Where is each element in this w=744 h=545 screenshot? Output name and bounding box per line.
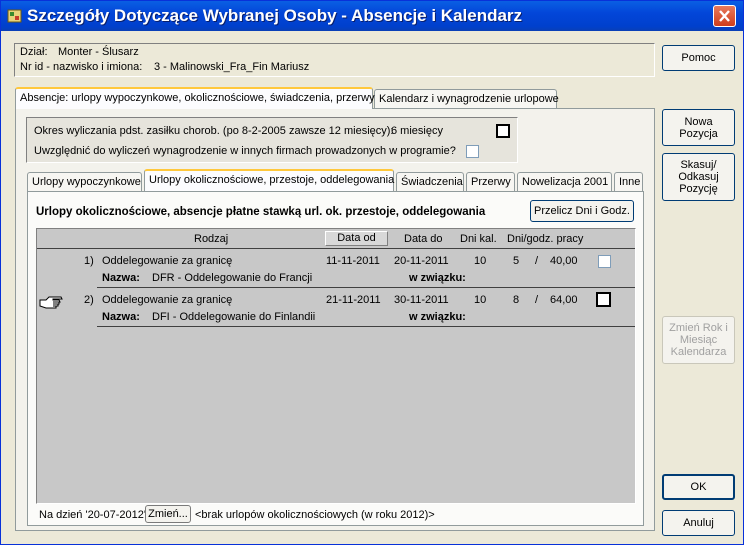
row-separator (97, 287, 635, 288)
row-days: 10 (474, 294, 487, 306)
header-date-to: Data do (404, 233, 443, 245)
include-text: Uwzględnić do wyliczeń wynagrodzenie w i… (34, 145, 456, 157)
cancel-button[interactable]: Anuluj (662, 510, 735, 536)
footer-status: <brak urlopów okolicznościowych (w roku … (195, 509, 435, 521)
row-slash: / (535, 255, 539, 267)
row-number: 1) (84, 255, 94, 267)
tab-absences-label: Absencje: urlopy wypoczynkowe, okoliczno… (20, 92, 375, 104)
change-date-button[interactable]: Zmień... (145, 505, 191, 523)
help-button[interactable]: Pomoc (662, 45, 735, 71)
row-name-label: Nazwa: (102, 272, 140, 284)
recalc-button[interactable]: Przelicz Dni i Godz. (530, 200, 634, 222)
row-work-days: 8 (513, 294, 520, 306)
row-hours: 64,00 (550, 294, 578, 306)
row-hours: 40,00 (550, 255, 578, 267)
ok-button-label: OK (690, 481, 707, 493)
subtab-benefits[interactable]: Świadczenia (396, 172, 464, 192)
row-slash: / (535, 294, 539, 306)
subtab-annual-leave[interactable]: Urlopy wypoczynkowe (27, 172, 142, 192)
period-checkbox[interactable] (496, 124, 510, 138)
row-name: DFR - Oddelegowanie do Francji (152, 272, 313, 284)
period-text: Okres wyliczania pdst. zasiłku chorob. (… (34, 125, 394, 137)
new-position-button-label: Nowa Pozycja (679, 115, 718, 140)
close-button[interactable] (713, 5, 736, 27)
subtab-breaks[interactable]: Przerwy (466, 172, 515, 192)
dept-label: Dział: (20, 46, 48, 58)
table-row[interactable]: 1) Oddelegowanie za granicę 11-11-2011 2… (37, 251, 635, 289)
cancel-button-label: Anuluj (683, 517, 714, 529)
row-type: Oddelegowanie za granicę (102, 255, 233, 267)
tab-absences[interactable]: Absencje: urlopy wypoczynkowe, okoliczno… (15, 87, 375, 109)
app-icon (7, 9, 22, 23)
subtab-occasional-leave[interactable]: Urlopy okolicznościowe, przestoje, oddel… (144, 169, 394, 191)
change-date-button-label: Zmień... (148, 508, 188, 520)
row-checkbox[interactable] (596, 292, 611, 307)
row-separator (97, 326, 635, 327)
header-hours: Dni/godz. pracy (507, 233, 584, 245)
row-checkbox[interactable] (598, 255, 611, 268)
absences-panel: Okres wyliczania pdst. zasiłku chorob. (… (15, 108, 655, 531)
new-position-button[interactable]: Nowa Pozycja (662, 109, 735, 146)
subtab-amendment-2001[interactable]: Nowelizacja 2001 (517, 172, 612, 192)
footer-date: Na dzień '20-07-2012' (39, 509, 146, 521)
title-bar[interactable]: Szczegóły Dotyczące Wybranej Osoby - Abs… (1, 1, 743, 31)
change-year-button[interactable]: Zmień Rok i Miesiąc Kalendarza (662, 316, 735, 364)
window-title: Szczegóły Dotyczące Wybranej Osoby - Abs… (27, 6, 523, 25)
row-related-label: w związku: (409, 311, 466, 323)
subtab-breaks-label: Przerwy (471, 176, 511, 188)
leave-table: Rodzaj Data od Data do Dni kal. Dni/godz… (36, 228, 636, 504)
row-name: DFI - Oddelegowanie do Finlandii (152, 311, 316, 323)
recalc-button-label: Przelicz Dni i Godz. (534, 205, 630, 217)
row-days: 10 (474, 255, 487, 267)
subtab-other-label: Inne (619, 176, 641, 188)
subtab-amendment-2001-label: Nowelizacja 2001 (522, 176, 609, 188)
row-type: Oddelegowanie za granicę (102, 294, 233, 306)
pointing-hand-icon (39, 296, 63, 309)
section-heading: Urlopy okolicznościowe, absencje płatne … (36, 206, 486, 218)
row-date-to: 20-11-2011 (394, 255, 449, 267)
close-icon (719, 10, 730, 22)
row-date-from: 21-11-2011 (326, 294, 381, 306)
header-type: Rodzaj (194, 233, 229, 245)
table-row[interactable]: 2) Oddelegowanie za granicę 21-11-2011 3… (37, 290, 635, 328)
row-related-label: w związku: (409, 272, 466, 284)
header-separator (37, 248, 635, 249)
delete-position-button-label: Skasuj/ Odkasuj Pozycję (678, 159, 719, 195)
dept-value: Monter - Ślusarz (58, 46, 139, 58)
tab-calendar-label: Kalendarz i wynagrodzenie urlopowe (379, 93, 559, 105)
tab-calendar[interactable]: Kalendarz i wynagrodzenie urlopowe (374, 89, 559, 109)
dialog-window: Szczegóły Dotyczące Wybranej Osoby - Abs… (0, 0, 744, 545)
include-checkbox[interactable] (466, 145, 479, 158)
delete-position-button[interactable]: Skasuj/ Odkasuj Pozycję (662, 153, 735, 201)
subtab-occasional-leave-label: Urlopy okolicznościowe, przestoje, oddel… (149, 174, 395, 186)
occasional-leave-panel: Urlopy okolicznościowe, absencje płatne … (27, 191, 644, 526)
subtab-other[interactable]: Inne (614, 172, 643, 192)
help-button-label: Pomoc (681, 52, 716, 64)
header-date-from-label: Data od (337, 232, 376, 244)
options-box: Okres wyliczania pdst. zasiłku chorob. (… (26, 117, 518, 163)
ok-button[interactable]: OK (662, 474, 735, 500)
row-date-from: 11-11-2011 (326, 255, 380, 267)
subtab-annual-leave-label: Urlopy wypoczynkowe (32, 176, 141, 188)
change-year-button-label: Zmień Rok i Miesiąc Kalendarza (669, 322, 728, 358)
row-date-to: 30-11-2011 (394, 294, 449, 306)
header-days: Dni kal. (460, 233, 497, 245)
row-name-label: Nazwa: (102, 311, 140, 323)
row-number: 2) (84, 294, 94, 306)
id-value: 3 - Malinowski_Fra_Fin Mariusz (154, 61, 310, 73)
id-label: Nr id - nazwisko i imiona: (20, 61, 143, 73)
employee-info-box: Dział: Monter - Ślusarz Nr id - nazwisko… (14, 43, 655, 77)
period-value: 6 miesięcy (391, 125, 443, 137)
row-work-days: 5 (513, 255, 520, 267)
subtab-benefits-label: Świadczenia (401, 176, 463, 188)
header-date-from[interactable]: Data od (325, 231, 388, 246)
